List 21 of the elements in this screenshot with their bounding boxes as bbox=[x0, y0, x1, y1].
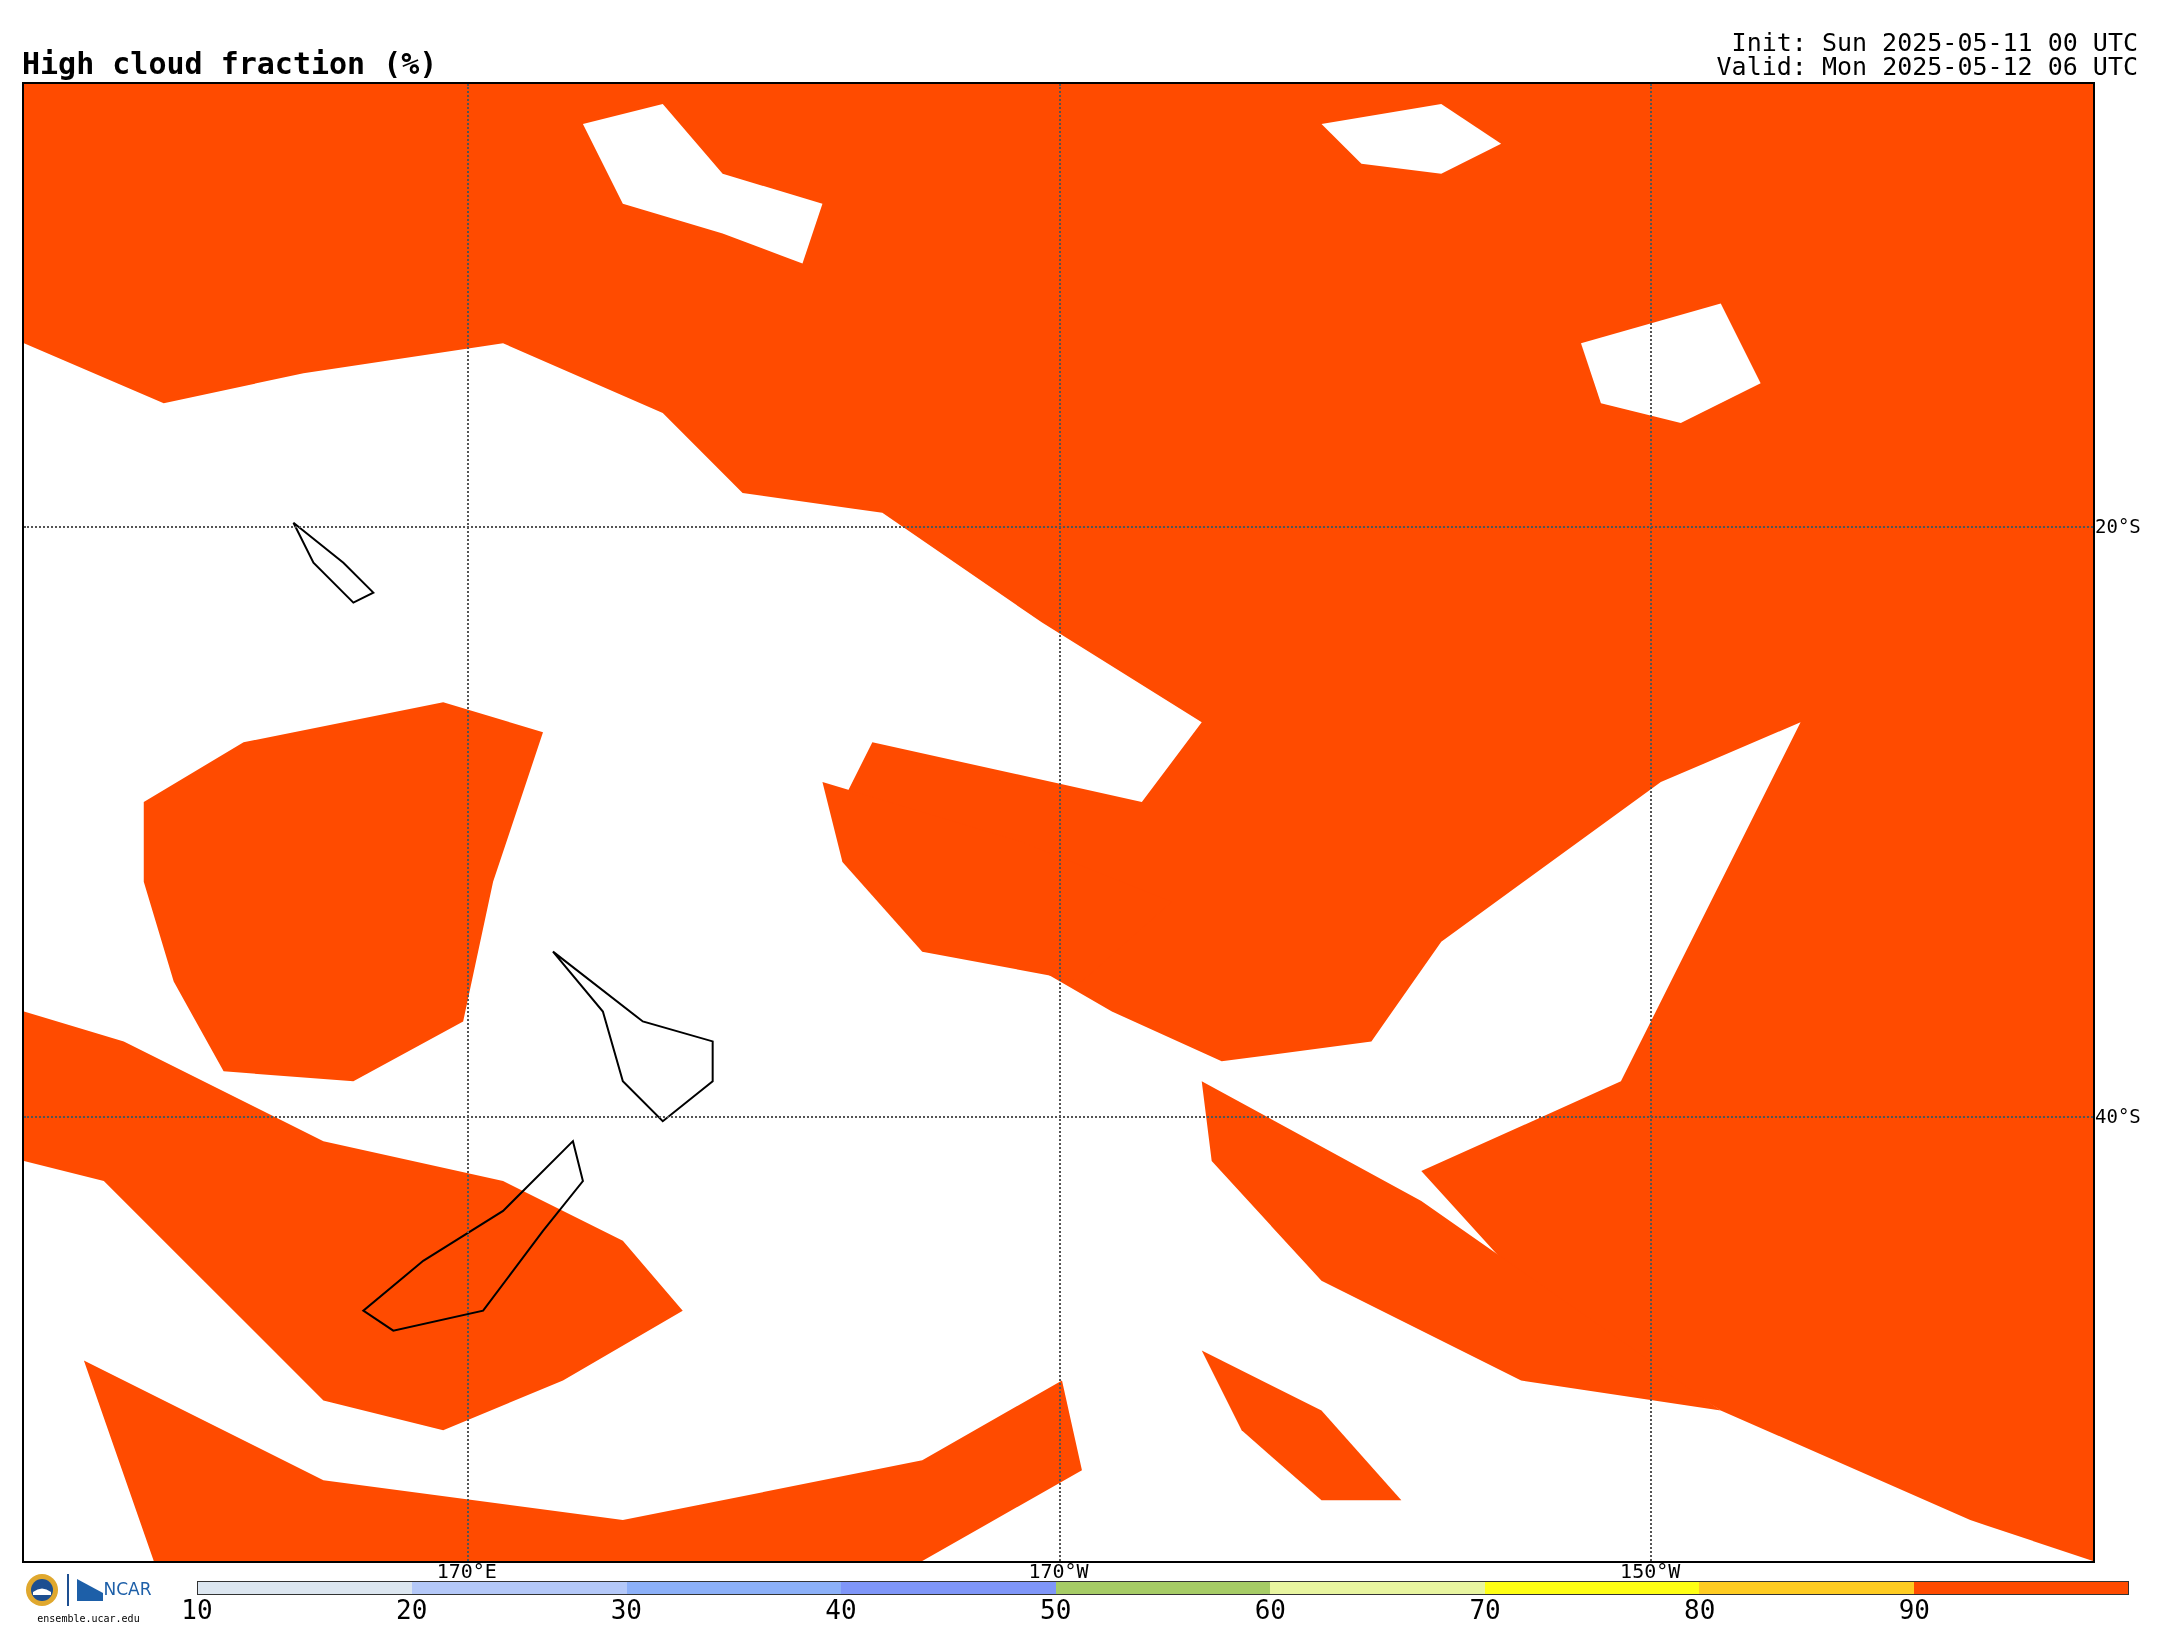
longitude-label: 170°E bbox=[436, 1561, 497, 1581]
chart-title: High cloud fraction (%) bbox=[22, 49, 438, 79]
run-time-text: Valid: Mon 2025-05-12 06 UTC bbox=[1716, 55, 2138, 79]
colorbar-tick-label: 20 bbox=[396, 1595, 428, 1625]
colorbar-tick-label: 60 bbox=[1254, 1595, 1286, 1625]
website-text: ensemble.ucar.edu bbox=[37, 1612, 140, 1626]
seal-logo-icon bbox=[25, 1573, 60, 1607]
colorbar-tick-label: 30 bbox=[610, 1595, 642, 1625]
latitude-label: 40°S bbox=[2095, 1106, 2141, 1127]
colorbar-tick-label: 90 bbox=[1898, 1595, 1931, 1625]
colorbar-tick-label: 50 bbox=[1040, 1595, 1072, 1625]
ncar-logo-icon bbox=[77, 1579, 104, 1601]
colorbar-tick-label: 80 bbox=[1684, 1595, 1716, 1625]
colorbar-tick-label: 10 bbox=[181, 1595, 213, 1625]
latitude-label: 20°S bbox=[2095, 515, 2141, 536]
logo-text: NCAR bbox=[103, 1578, 152, 1602]
run-time-text: Init: Sun 2025-05-11 00 UTC bbox=[1731, 31, 2138, 55]
longitude-label: 170°W bbox=[1028, 1561, 1089, 1581]
colorbar-tick-label: 70 bbox=[1469, 1595, 1501, 1625]
colorbar-tick-label: 40 bbox=[825, 1595, 857, 1625]
longitude-label: 150°W bbox=[1620, 1561, 1681, 1581]
